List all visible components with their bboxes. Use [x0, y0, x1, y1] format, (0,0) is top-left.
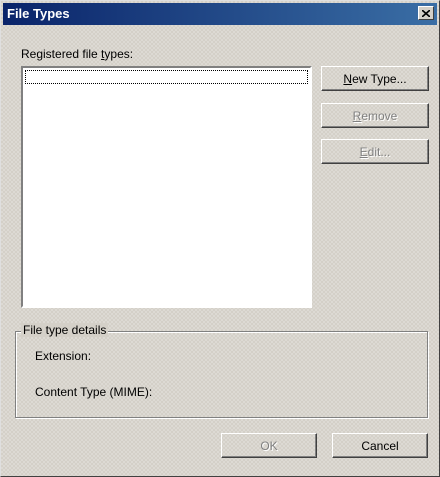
- registered-types-list[interactable]: [21, 66, 312, 308]
- ok-button[interactable]: OK: [221, 433, 317, 458]
- file-types-dialog: File Types Registered file types: New Ty…: [0, 0, 440, 477]
- close-icon: [422, 9, 430, 17]
- extension-label: Extension:: [35, 349, 92, 363]
- dialog-title: File Types: [7, 6, 70, 21]
- file-type-details-title: File type details: [21, 323, 109, 337]
- file-type-details-group: [15, 331, 428, 418]
- new-type-button[interactable]: New Type...: [321, 66, 429, 91]
- edit-button[interactable]: Edit...: [321, 139, 429, 164]
- title-bar[interactable]: File Types: [3, 3, 437, 25]
- cancel-button[interactable]: Cancel: [332, 433, 428, 458]
- remove-button[interactable]: Remove: [321, 103, 429, 128]
- content-type-label: Content Type (MIME):: [35, 385, 153, 399]
- list-focus-row: [25, 70, 308, 84]
- registered-types-label: Registered file types:: [21, 47, 134, 61]
- close-button[interactable]: [418, 6, 434, 20]
